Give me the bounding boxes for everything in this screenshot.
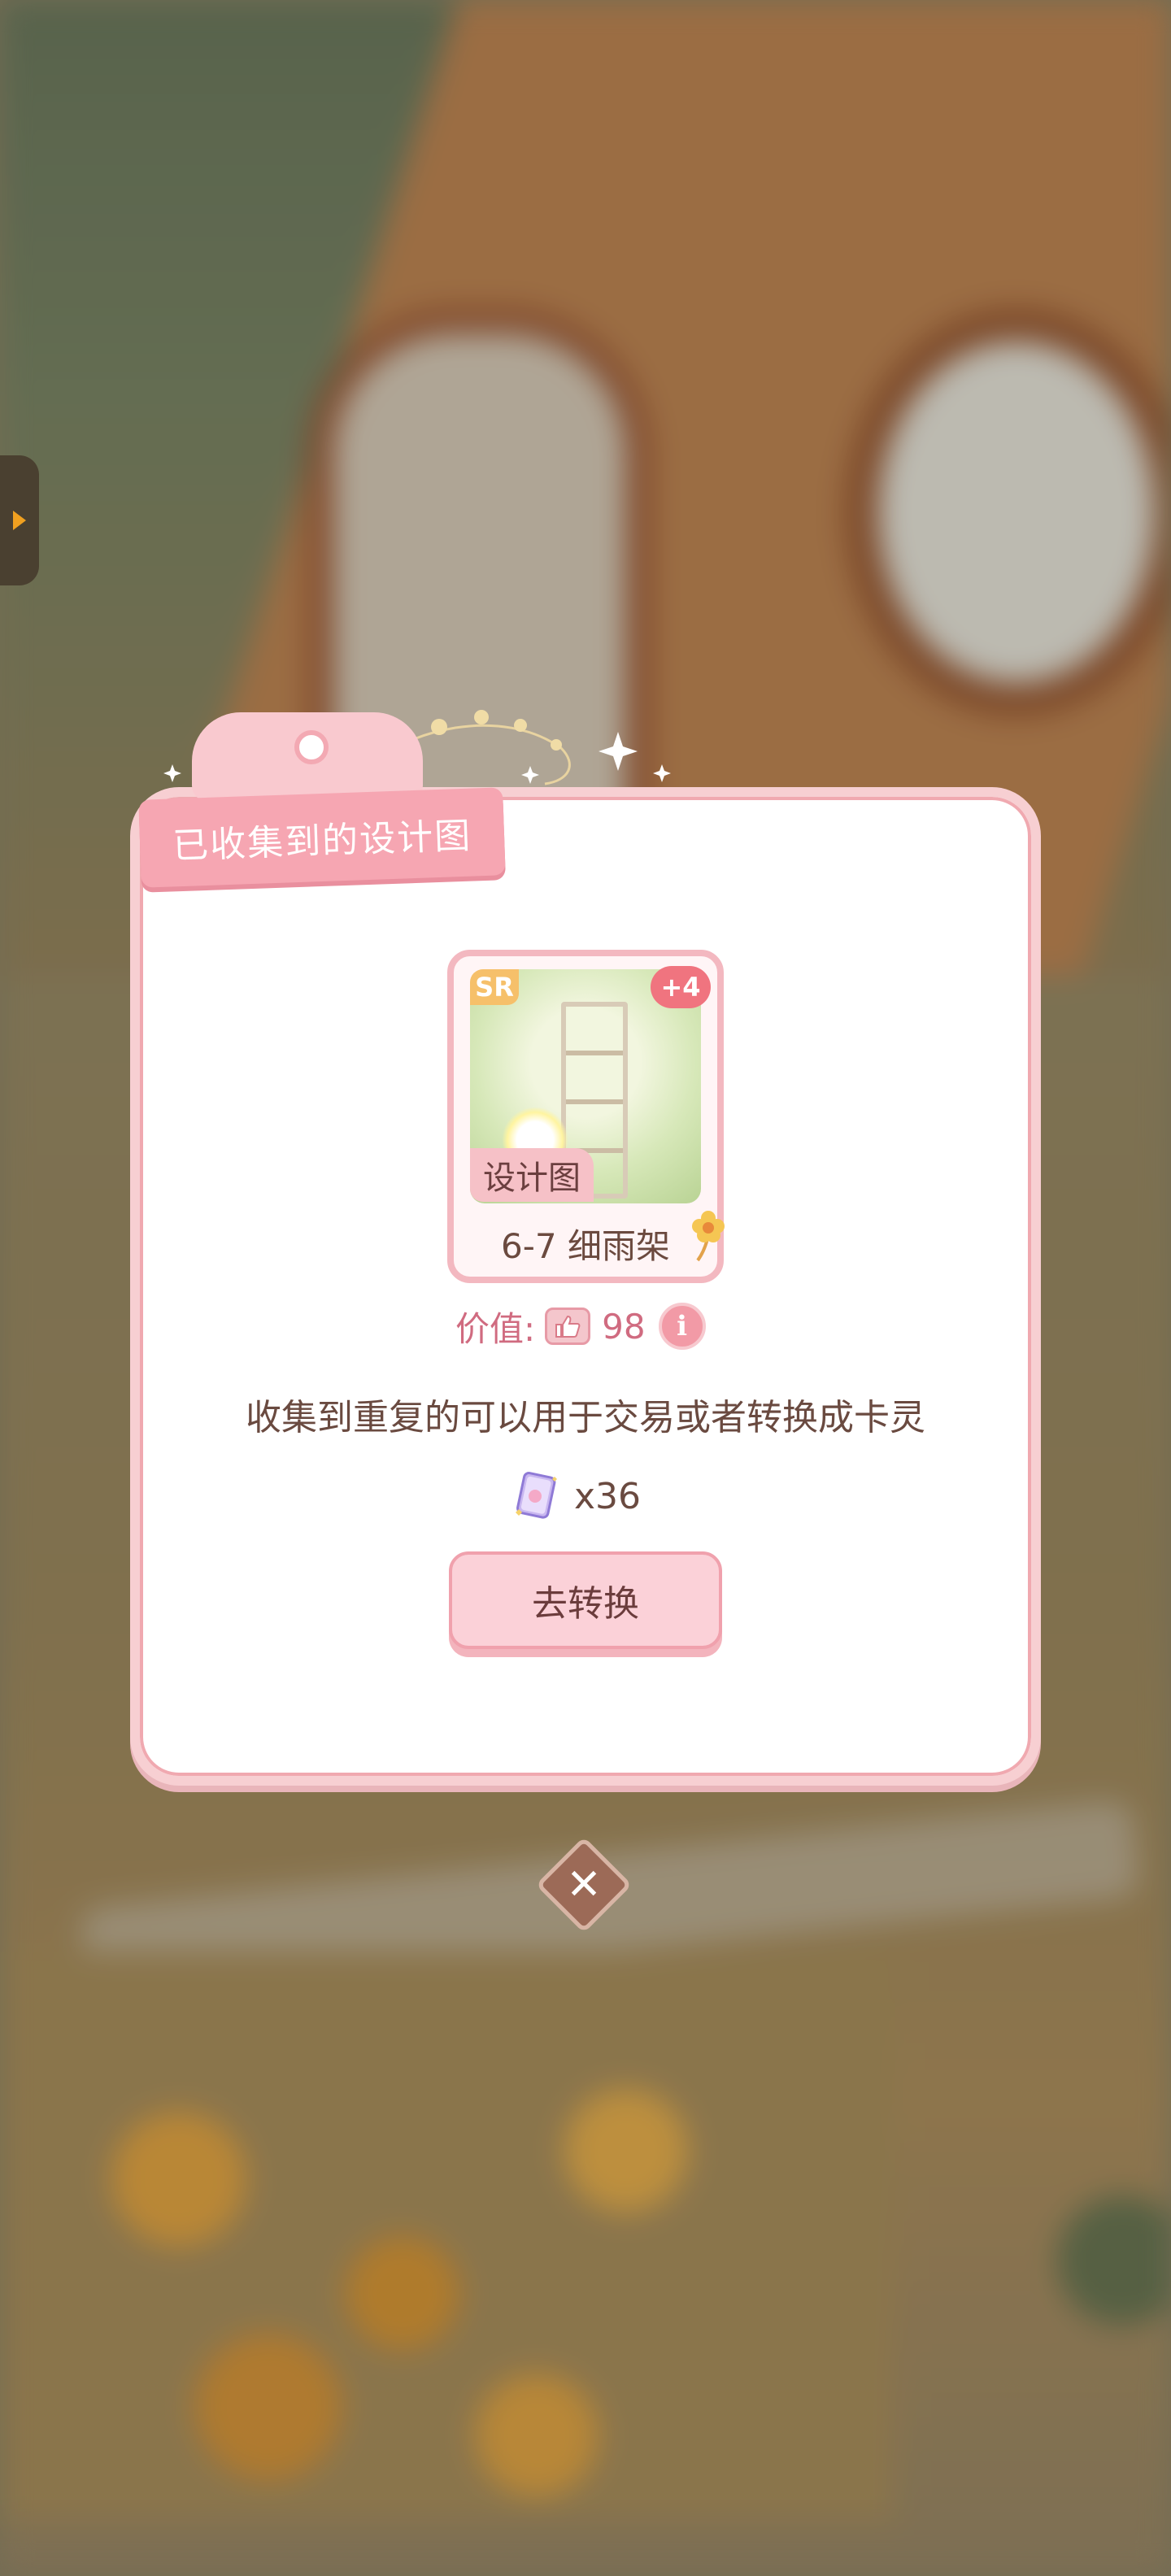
rarity-badge: SR [470, 969, 519, 1005]
convert-button[interactable]: 去转换 [449, 1551, 722, 1649]
flower-icon [692, 1211, 725, 1262]
value-row: 价值: 98 i [455, 1298, 732, 1355]
game-screen: 已收集到的设计图 SR +4 设计图 6-7 细雨架 价值: 98 i 收集到重… [0, 0, 1171, 2576]
tag-hole [294, 730, 329, 764]
extra-count-badge: +4 [651, 966, 711, 1008]
card-spirit-count: x36 [574, 1475, 642, 1517]
dialog-tag [192, 712, 423, 802]
card-spirit-icon [516, 1472, 557, 1519]
dialog-title: 已收集到的设计图 [172, 815, 472, 868]
blueprint-type-label: 设计图 [470, 1148, 594, 1202]
card-spirit-count-row: x36 [512, 1467, 675, 1525]
info-icon[interactable]: i [658, 1303, 706, 1350]
thumbs-up-icon [545, 1308, 591, 1345]
chevron-right-icon [13, 511, 26, 530]
value-label: 价值: [455, 1308, 536, 1349]
side-drawer-tab[interactable] [0, 455, 39, 585]
value-amount: 98 [602, 1306, 646, 1347]
blueprint-name: 6-7 细雨架 [501, 1225, 670, 1266]
description-text: 收集到重复的可以用于交易或者转换成卡灵 [246, 1397, 925, 1438]
